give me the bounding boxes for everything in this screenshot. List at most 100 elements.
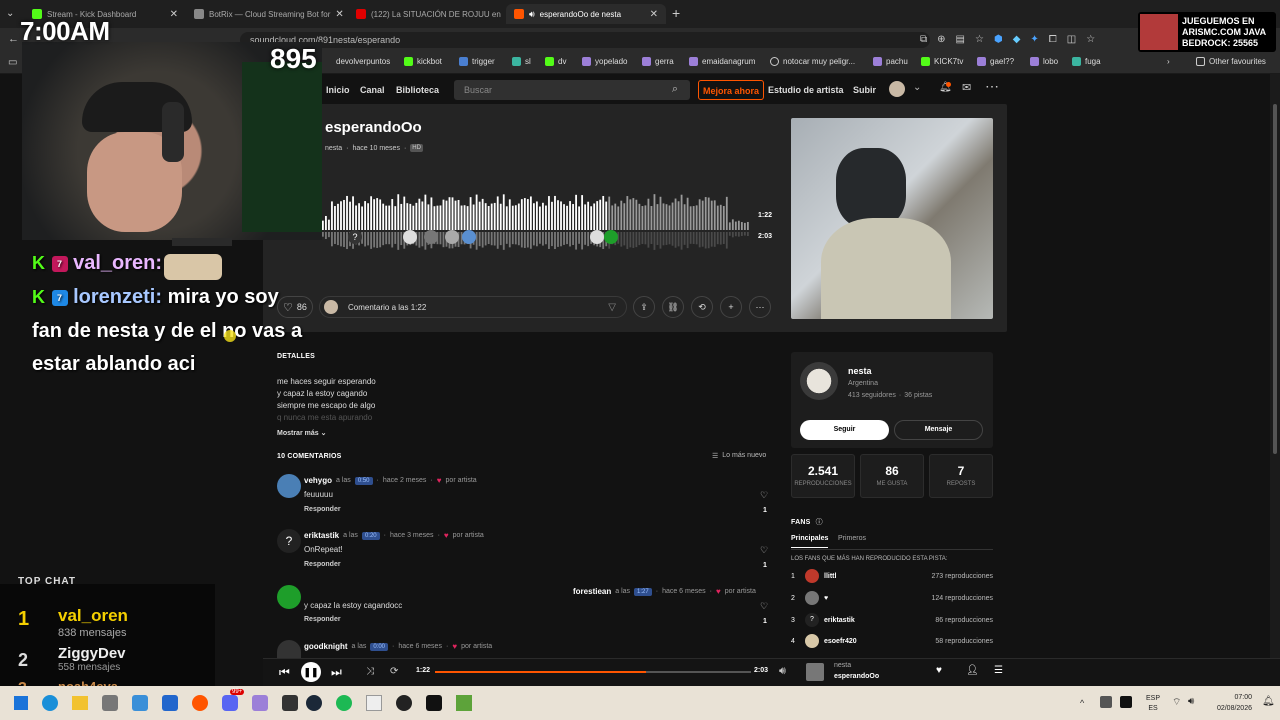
nav-upload[interactable]: Subir [853, 85, 876, 95]
more-menu-icon[interactable]: ⋯ [985, 78, 999, 95]
comment-timestamp[interactable]: 0:00 [370, 642, 389, 651]
tab-actions-icon[interactable]: ▭ [8, 57, 17, 68]
shuffle-icon[interactable]: ⤨ [366, 666, 374, 677]
back-arrow-icon[interactable]: ← [8, 33, 19, 45]
avatar[interactable] [889, 81, 905, 97]
close-icon[interactable]: ✕ [335, 9, 343, 20]
commenter-avatar[interactable] [277, 474, 301, 498]
favorites-icon[interactable]: ☆ [1086, 34, 1095, 45]
settings-icon[interactable] [102, 695, 118, 711]
comments-sort[interactable]: ☰ Lo más nuevo [712, 452, 766, 460]
tray-chevron-icon[interactable]: ^ [1080, 698, 1084, 708]
add-to-playlist-button[interactable]: + [720, 296, 742, 318]
obs-icon[interactable] [396, 695, 412, 711]
screen-capture-icon[interactable]: ⧉ [920, 34, 927, 45]
waveform[interactable] [322, 186, 750, 266]
comment-user[interactable]: eriktastik [304, 531, 339, 540]
nav-home[interactable]: Inicio [326, 85, 350, 95]
windows-start-icon[interactable] [14, 696, 28, 710]
search-input[interactable]: Buscar ⌕ [454, 80, 690, 100]
search-icon[interactable]: ⌕ [672, 83, 678, 96]
bookmark-item[interactable]: gerra [642, 57, 674, 66]
bookmark-item[interactable]: KICK7tv [921, 57, 963, 66]
bookmark-item[interactable]: emaidanagrum [689, 57, 755, 66]
comment-user[interactable]: vehygo [304, 476, 332, 485]
like-button[interactable]: ♡ 86 [277, 296, 313, 318]
nav-feed[interactable]: Canal [360, 85, 385, 95]
steam-icon[interactable] [306, 695, 322, 711]
bookmark-item[interactable]: notocar muy peligr... [770, 57, 855, 66]
upgrade-button[interactable]: Mejora ahora [698, 80, 764, 100]
comment-timestamp[interactable]: 1:27 [634, 587, 652, 596]
comment-avatar[interactable] [590, 230, 604, 244]
scrollbar-thumb[interactable] [1273, 104, 1277, 454]
app-icon[interactable] [282, 695, 298, 711]
close-icon[interactable]: ✕ [170, 9, 178, 20]
pause-button[interactable]: ❚❚ [301, 662, 321, 682]
tab-youtube[interactable]: (122) La SITUACIÓN DE ROJUU en ✕ [348, 4, 506, 24]
heart-icon[interactable]: ♥ [936, 665, 942, 676]
comment-avatar[interactable] [403, 230, 417, 244]
reader-icon[interactable]: ▤ [956, 34, 965, 45]
fan-row[interactable]: 4 esoefr420 58 reproducciones [791, 633, 993, 649]
show-more-button[interactable]: Mostrar más ⌄ [277, 429, 326, 437]
comment-timestamp[interactable]: 0:50 [354, 476, 373, 485]
nav-artist-studio[interactable]: Estudio de artista [768, 85, 844, 95]
commenter-avatar[interactable]: ? [277, 529, 301, 553]
bookmark-item[interactable]: fuga [1072, 57, 1101, 66]
tab-list-icon[interactable]: ⌄ [6, 8, 14, 19]
commenter-avatar[interactable] [277, 585, 301, 609]
now-playing-artist[interactable]: nesta [834, 662, 851, 669]
bookmark-item[interactable]: sl [512, 57, 531, 66]
minecraft-icon[interactable] [456, 695, 472, 711]
discord-icon[interactable] [222, 695, 238, 711]
edge-icon[interactable] [42, 695, 58, 711]
tab-top-fans[interactable]: Principales [791, 535, 829, 548]
extensions-icon[interactable]: ⧠ [1049, 34, 1057, 45]
wifi-icon[interactable]: ⌔ [1172, 696, 1181, 709]
bookmark-item[interactable]: pachu [873, 57, 908, 66]
reply-button[interactable]: Responder [304, 616, 341, 623]
track-artist[interactable]: nesta [325, 145, 342, 152]
repost-button[interactable]: ⟲ [691, 296, 713, 318]
follow-button[interactable]: Seguir [800, 420, 889, 440]
comment-avatar[interactable] [445, 230, 459, 244]
commenter-avatar[interactable] [277, 640, 301, 658]
comment-user[interactable]: forestiean [573, 587, 611, 596]
new-tab-button[interactable]: + [672, 5, 680, 21]
repeat-icon[interactable]: ⟳ [390, 666, 398, 677]
next-icon[interactable]: ⏭ [331, 665, 342, 680]
message-button[interactable]: Mensaje [894, 420, 983, 440]
reply-button[interactable]: Responder [304, 506, 341, 513]
zoom-icon[interactable]: ⊕ [937, 34, 945, 45]
share-button[interactable]: ⇪ [633, 296, 655, 318]
reply-button[interactable]: Responder [304, 561, 341, 568]
split-screen-icon[interactable]: ◫ [1067, 34, 1076, 45]
bookmark-item[interactable]: lobo [1030, 57, 1058, 66]
comment-timestamp[interactable]: 0:20 [361, 531, 380, 540]
tray-icon[interactable] [1120, 696, 1132, 708]
nav-library[interactable]: Biblioteca [396, 85, 439, 95]
follow-user-icon[interactable]: 👤︎ [966, 665, 979, 676]
language-indicator[interactable]: ESP ES [1146, 694, 1160, 714]
bookmark-item[interactable]: gael?? [977, 57, 1014, 66]
app-icon[interactable] [426, 695, 442, 711]
url-field[interactable]: soundcloud.com/891nesta/esperando [240, 32, 930, 48]
send-icon[interactable]: ▽ [608, 302, 616, 313]
artist-name[interactable]: nesta [848, 366, 872, 376]
fan-row[interactable]: 1 llittl 273 reproducciones [791, 568, 993, 584]
extension-icon[interactable]: ⬢ [994, 34, 1003, 45]
bookmark-item[interactable]: kickbot [404, 57, 442, 66]
comment-avatar[interactable] [424, 230, 438, 244]
more-button[interactable]: ⋯ [749, 296, 771, 318]
bookmark-item[interactable]: devolverpuntos [336, 57, 390, 66]
file-explorer-icon[interactable] [72, 696, 88, 710]
bookmark-item[interactable]: trigger [459, 57, 495, 66]
fan-row[interactable]: 3 ? eriktastik 86 reproducciones [791, 612, 993, 628]
tab-soundcloud[interactable]: 🔊︎ esperandoOo de nesta ✕ [506, 4, 666, 24]
app-icon[interactable] [162, 695, 178, 711]
other-favourites[interactable]: Other favourites [1196, 57, 1266, 66]
bookmark-item[interactable]: yopelado [582, 57, 627, 66]
app-icon[interactable] [252, 695, 268, 711]
bookmarks-more-icon[interactable]: › [1167, 57, 1170, 66]
